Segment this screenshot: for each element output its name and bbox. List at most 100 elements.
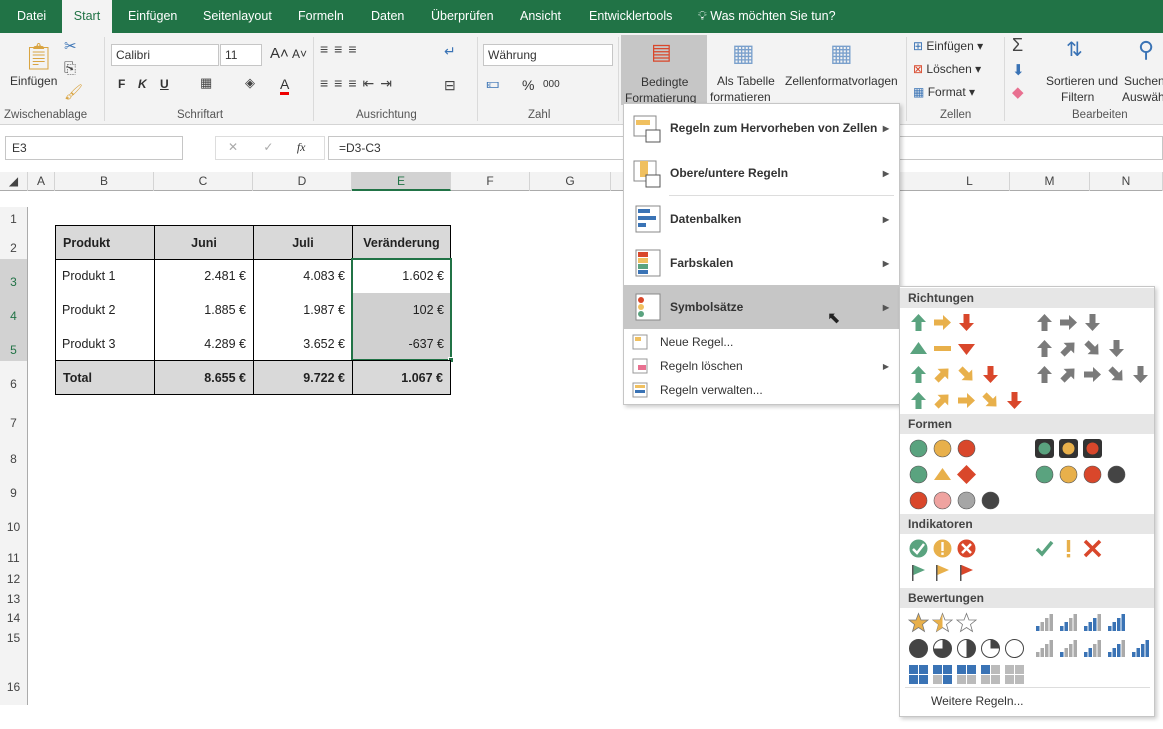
- insert-cells-button[interactable]: ⊞ Einfügen ▾: [913, 39, 983, 53]
- icon-set-option[interactable]: [1034, 364, 1151, 385]
- row-header-13[interactable]: 13: [0, 585, 28, 606]
- thousands-button[interactable]: 000: [543, 79, 560, 90]
- column-header-a[interactable]: A: [28, 172, 55, 191]
- total-cell[interactable]: 1.067 €: [352, 360, 451, 395]
- enter-icon[interactable]: ✓: [263, 140, 273, 154]
- wrap-text-icon[interactable]: ↵: [444, 43, 456, 60]
- icon-set-option[interactable]: [908, 638, 1025, 659]
- accounting-format-icon[interactable]: 💶︎: [486, 75, 500, 92]
- icon-set-option[interactable]: [1034, 464, 1127, 485]
- font-size-select[interactable]: 11: [220, 44, 262, 66]
- find-select-button[interactable]: Suchen: [1124, 74, 1163, 88]
- cut-icon[interactable]: ✂: [64, 37, 77, 55]
- row-header-8[interactable]: 8: [0, 436, 28, 470]
- icon-set-option[interactable]: [908, 364, 1001, 385]
- cancel-icon[interactable]: ✕: [228, 140, 238, 154]
- icon-set-option[interactable]: [908, 612, 977, 633]
- icon-set-option[interactable]: [908, 664, 1025, 685]
- table-cell[interactable]: 4.289 €: [154, 327, 253, 361]
- column-header-l[interactable]: L: [930, 172, 1010, 191]
- icon-set-option[interactable]: [908, 464, 977, 485]
- menu-item-data-bars[interactable]: Datenbalken ▶: [624, 197, 899, 241]
- vertical-align-icons[interactable]: ≡≡≡: [320, 41, 363, 57]
- row-header-10[interactable]: 10: [0, 504, 28, 537]
- paste-button[interactable]: Einfügen: [10, 74, 57, 88]
- row-header-3[interactable]: 3: [0, 259, 28, 293]
- row-header-12[interactable]: 12: [0, 567, 28, 586]
- row-header-4[interactable]: 4: [0, 293, 28, 327]
- fill-icon[interactable]: ⬇: [1012, 61, 1025, 79]
- table-cell[interactable]: -637 €: [352, 327, 451, 361]
- table-cell[interactable]: 3.652 €: [253, 327, 352, 361]
- menu-item-top-bottom-rules[interactable]: Obere/untere Regeln ▶: [624, 151, 899, 195]
- tab-seitenlayout[interactable]: Seitenlayout: [197, 0, 278, 33]
- header-cell[interactable]: Juli: [253, 225, 353, 260]
- row-header-7[interactable]: 7: [0, 395, 28, 436]
- menu-item-highlight-rules[interactable]: Regeln zum Hervorheben von Zellen ▶: [624, 106, 899, 150]
- format-as-table-icon[interactable]: ▦: [732, 39, 755, 68]
- row-header-9[interactable]: 9: [0, 470, 28, 504]
- table-cell[interactable]: 1.987 €: [253, 293, 352, 327]
- row-header-1[interactable]: 1: [0, 207, 28, 226]
- tab-daten[interactable]: Daten: [365, 0, 410, 33]
- icon-set-option[interactable]: [1034, 612, 1127, 633]
- menu-item-new-rule[interactable]: Neue Regel...: [624, 330, 899, 354]
- row-header-11[interactable]: 11: [0, 537, 28, 567]
- find-select-icon[interactable]: ⚲: [1138, 37, 1154, 63]
- menu-item-color-scales[interactable]: Farbskalen ▶: [624, 241, 899, 285]
- column-header-f[interactable]: F: [451, 172, 530, 191]
- icon-set-option[interactable]: [908, 312, 977, 333]
- cell-styles-button[interactable]: Zellenformatvorlagen: [785, 74, 898, 88]
- clear-icon[interactable]: ◆: [1012, 83, 1024, 101]
- delete-cells-button[interactable]: ⊠ Löschen ▾: [913, 62, 981, 76]
- column-header-d[interactable]: D: [253, 172, 352, 191]
- bold-button[interactable]: F: [118, 77, 125, 91]
- percent-button[interactable]: %: [522, 77, 534, 93]
- grow-font-icon[interactable]: A˄: [270, 45, 289, 62]
- row-header-6[interactable]: 6: [0, 361, 28, 395]
- table-cell[interactable]: Produkt 2: [55, 293, 154, 327]
- font-color-icon[interactable]: A: [280, 76, 290, 95]
- more-rules-link[interactable]: Weitere Regeln...: [931, 694, 1024, 708]
- sort-filter-button[interactable]: Sortieren und: [1046, 74, 1118, 88]
- column-header-g[interactable]: G: [530, 172, 611, 191]
- tab-start[interactable]: Start: [62, 0, 112, 33]
- total-cell[interactable]: Total: [55, 360, 155, 395]
- autosum-icon[interactable]: Σ: [1012, 35, 1023, 56]
- italic-button[interactable]: K: [138, 77, 147, 91]
- table-cell[interactable]: 1.885 €: [154, 293, 253, 327]
- conditional-formatting-button[interactable]: ▤ Bedingte Formatierung: [621, 35, 707, 105]
- table-cell[interactable]: 2.481 €: [154, 259, 253, 293]
- icon-set-option[interactable]: [1034, 538, 1103, 559]
- number-format-select[interactable]: Währung: [483, 44, 613, 66]
- format-cells-button[interactable]: ▦ Format ▾: [913, 85, 975, 99]
- tab-entwicklertools[interactable]: Entwicklertools: [583, 0, 678, 33]
- horizontal-align-icons[interactable]: ≡≡≡⇤⇥: [320, 75, 398, 92]
- total-cell[interactable]: 9.722 €: [253, 360, 353, 395]
- total-cell[interactable]: 8.655 €: [154, 360, 254, 395]
- icon-set-option[interactable]: [1034, 638, 1151, 659]
- row-header-2[interactable]: 2: [0, 225, 28, 259]
- menu-item-manage-rules[interactable]: Regeln verwalten...: [624, 378, 899, 402]
- sort-filter-icon[interactable]: ⇅: [1066, 37, 1083, 62]
- paste-icon[interactable]: 📋︎: [22, 41, 55, 72]
- table-cell[interactable]: 1.602 €: [352, 259, 451, 293]
- icon-set-option[interactable]: [908, 338, 977, 359]
- icon-set-option[interactable]: [908, 490, 1001, 511]
- tab-ueberpruefen[interactable]: Überprüfen: [425, 0, 500, 33]
- row-header-5[interactable]: 5: [0, 327, 28, 361]
- table-cell[interactable]: 4.083 €: [253, 259, 352, 293]
- tab-einfuegen[interactable]: Einfügen: [122, 0, 183, 33]
- insert-function-button[interactable]: fx: [297, 140, 306, 154]
- icon-set-option[interactable]: [1034, 312, 1103, 333]
- row-header-15[interactable]: 15: [0, 624, 28, 645]
- table-cell[interactable]: 102 €: [352, 293, 451, 327]
- cell-styles-icon[interactable]: ▦: [830, 39, 853, 68]
- shrink-font-icon[interactable]: A˅: [292, 47, 307, 61]
- format-as-table-button[interactable]: Als Tabelle: [717, 74, 775, 88]
- header-cell[interactable]: Juni: [154, 225, 254, 260]
- table-cell[interactable]: Produkt 1: [55, 259, 154, 293]
- copy-icon[interactable]: ⎘: [64, 60, 76, 77]
- column-header-b[interactable]: B: [55, 172, 154, 191]
- name-box[interactable]: E3: [5, 136, 183, 160]
